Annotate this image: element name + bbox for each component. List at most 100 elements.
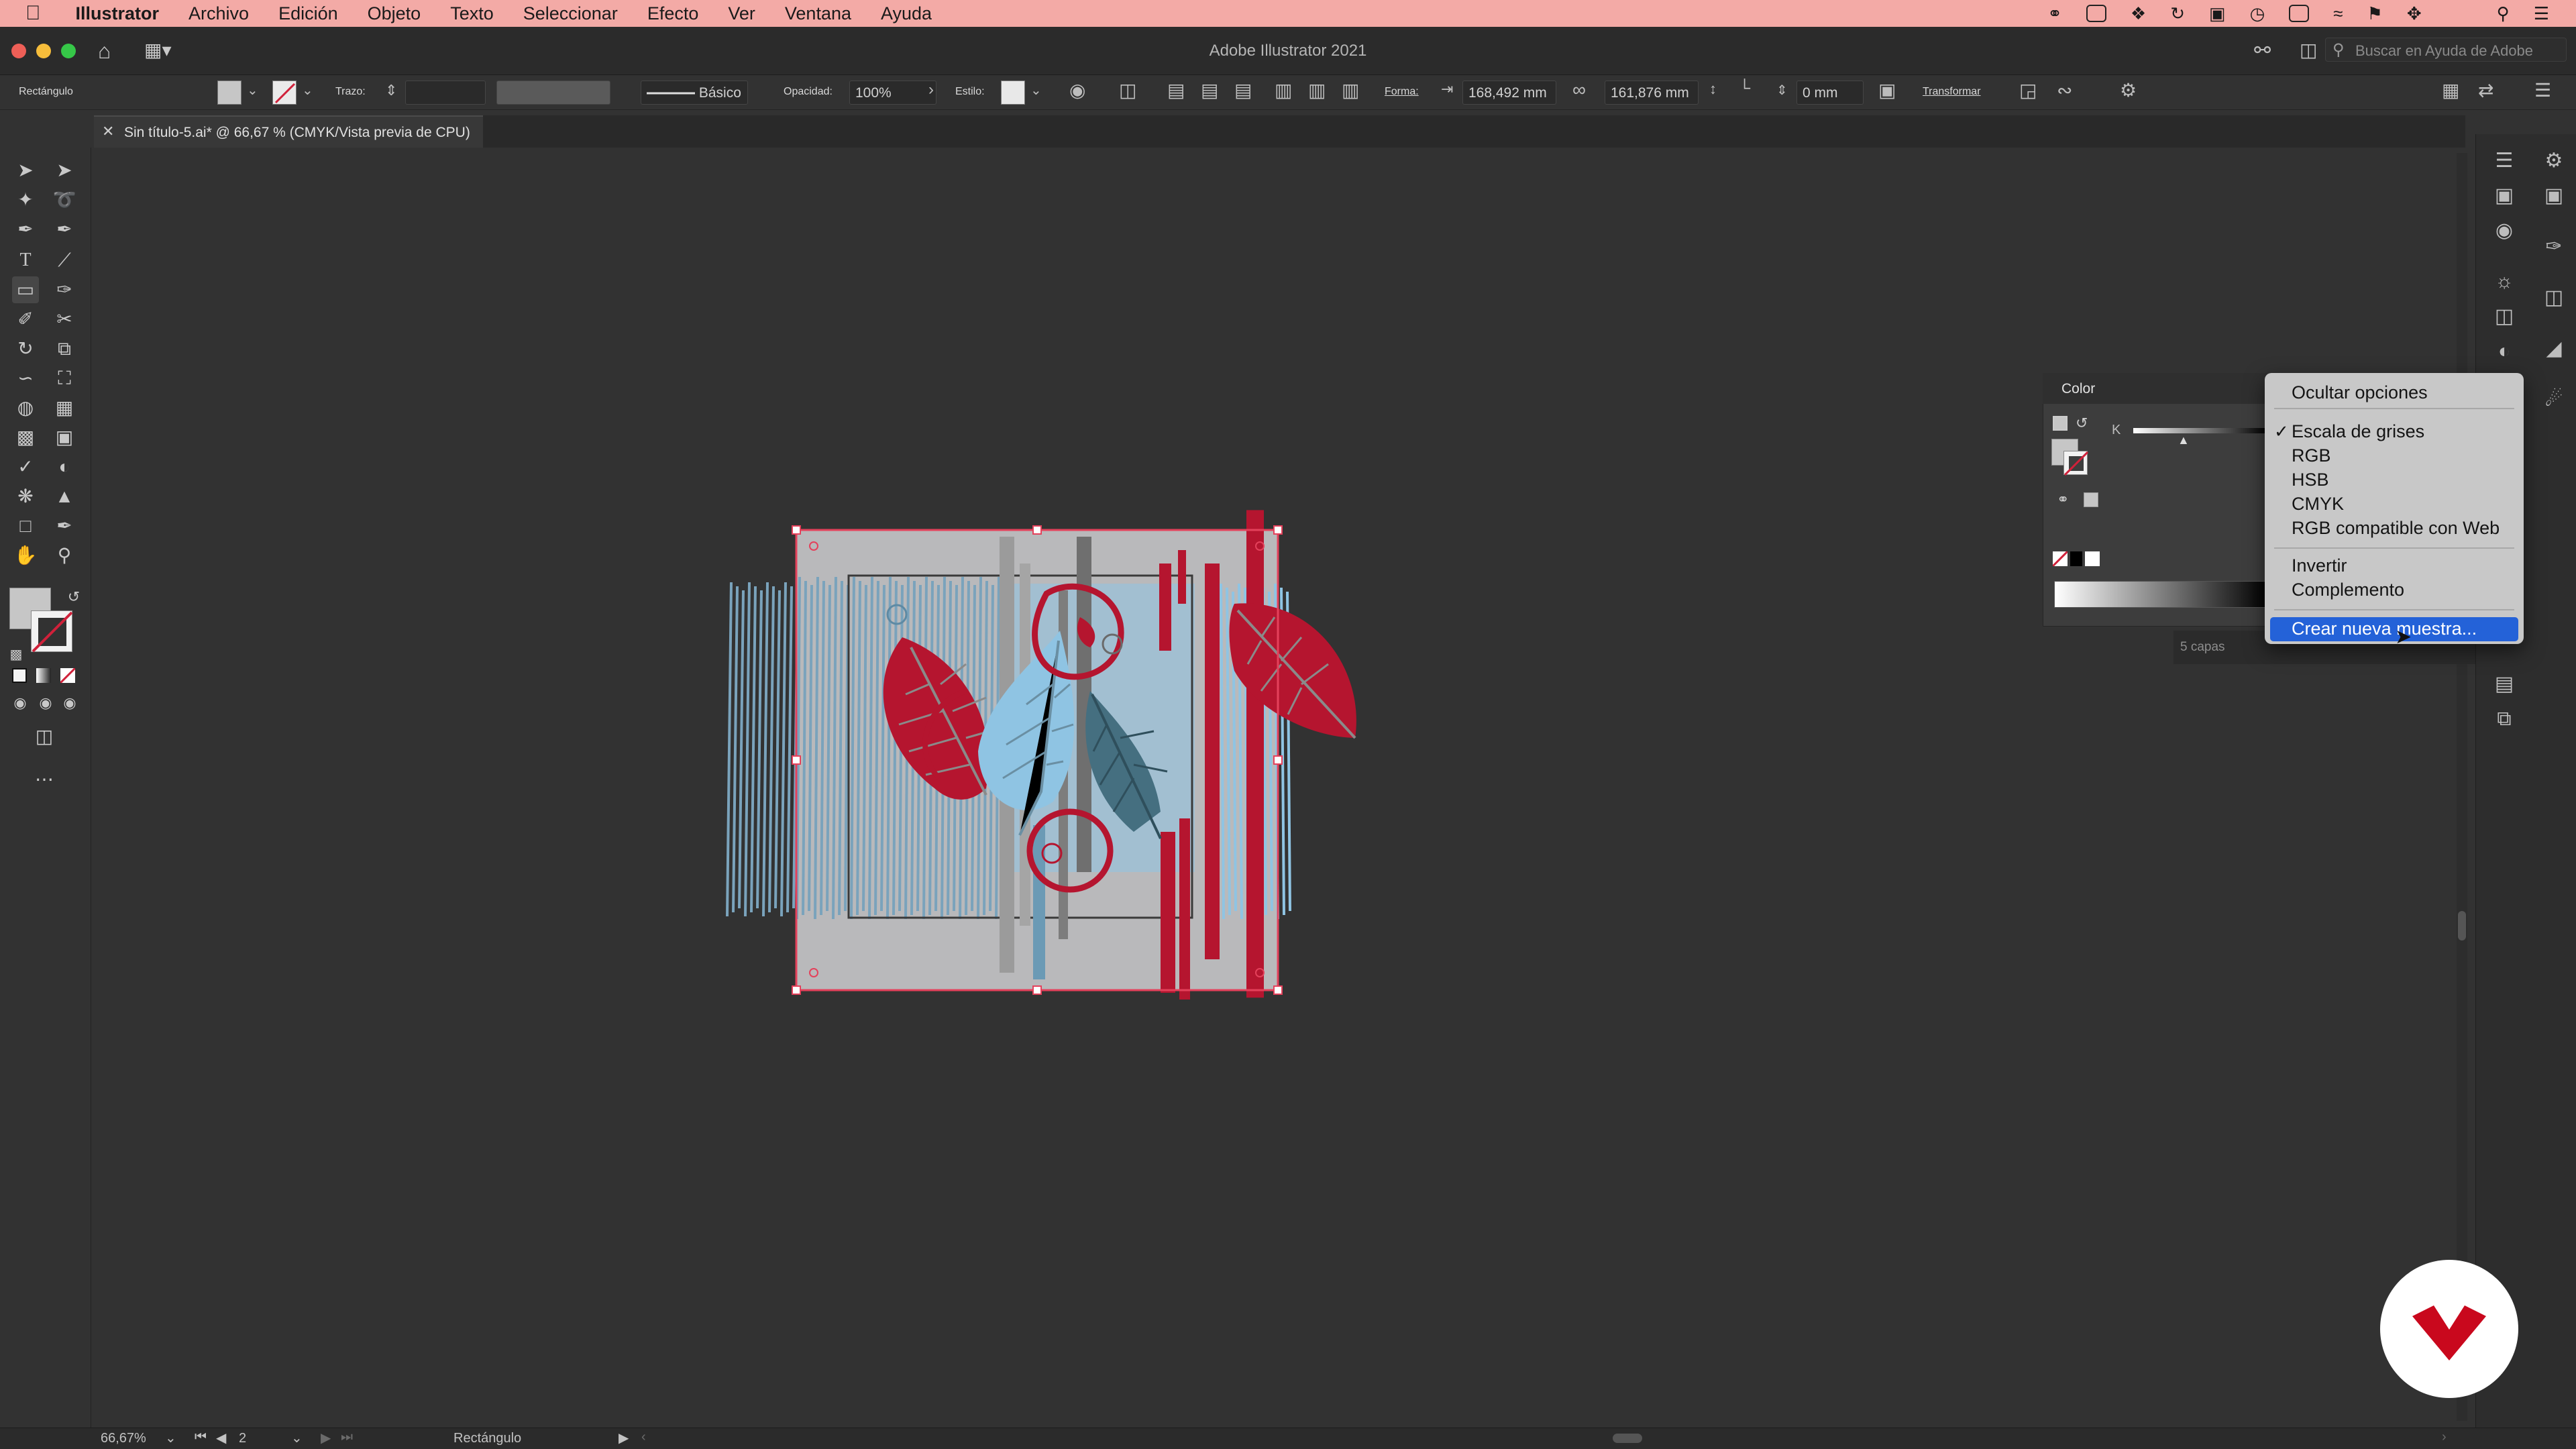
panel-fill-swatch-small[interactable] [2053, 416, 2068, 431]
brushes-panel-icon[interactable]: ✑ [2540, 233, 2567, 260]
constrain-proportions-icon[interactable]: ∞ [1572, 79, 1586, 101]
mesh-tool-icon[interactable]: ▩ [12, 424, 39, 451]
layers-panel-icon[interactable]: ☄ [2540, 386, 2567, 413]
color-mode-icon[interactable] [12, 668, 27, 683]
perspective-grid-tool-icon[interactable]: ▦ [51, 394, 78, 421]
gradient-tool-icon[interactable]: ▣ [51, 424, 78, 451]
artboard-number[interactable]: 2 [239, 1431, 246, 1446]
resize-handle[interactable] [1273, 985, 1283, 995]
align-bottom-icon[interactable]: ▥ [1342, 79, 1359, 101]
menu-ventana[interactable]: Ventana [785, 3, 851, 24]
document-tab[interactable]: Sin título-5.ai* @ 66,67 % (CMYK/Vista p… [94, 115, 483, 148]
free-transform-tool-icon[interactable]: ⛶ [51, 365, 78, 392]
resize-handle[interactable] [792, 985, 801, 995]
menu-texto[interactable]: Texto [450, 3, 494, 24]
recolor-artwork-icon[interactable]: ◉ [1069, 79, 1085, 101]
direct-selection-tool-icon[interactable]: ➤ [51, 157, 78, 184]
resize-handle[interactable] [792, 755, 801, 765]
stroke-color-box[interactable] [31, 610, 73, 653]
corner-widget-icon[interactable]: ▣ [1878, 79, 1896, 101]
app-s-icon[interactable]: ▣ [2209, 3, 2226, 24]
draw-inside-icon[interactable]: ◉ [56, 690, 83, 716]
eyedropper-tool-icon[interactable]: ✓ [12, 453, 39, 480]
shaper-tool-icon[interactable]: ✐ [12, 306, 39, 333]
hand-tool-icon[interactable]: ✋ [12, 542, 39, 569]
pen-tool-icon[interactable]: ✒ [12, 216, 39, 243]
gradient-mode-icon[interactable] [36, 668, 51, 683]
none-swatch[interactable] [2051, 550, 2069, 568]
vertical-scrollbar[interactable] [2457, 153, 2467, 1421]
pathfinder-panel-icon[interactable]: ⧉ [2491, 706, 2518, 733]
paintbrush-tool-icon[interactable]: ✑ [51, 276, 78, 303]
menu-efecto[interactable]: Efecto [647, 3, 699, 24]
zoom-dropdown-icon[interactable]: ⌄ [165, 1430, 176, 1446]
apple-icon[interactable]:  [25, 2, 41, 25]
style-dropdown-icon[interactable]: ⌄ [1030, 82, 1042, 99]
opacity-field[interactable]: 100% [849, 80, 936, 105]
resize-handle[interactable] [1032, 525, 1042, 535]
align-right-icon[interactable]: ▤ [1234, 79, 1252, 101]
color-guide-icon[interactable]: ◉ [2491, 217, 2518, 244]
horizontal-scroll-thumb[interactable] [1613, 1434, 1642, 1443]
resize-handle[interactable] [1273, 525, 1283, 535]
arrange-icon[interactable]: ▦ [2442, 79, 2459, 101]
opacity-label[interactable]: Opacidad: [784, 86, 833, 98]
k-slider-thumb[interactable]: ▲ [2178, 433, 2190, 447]
stroke-swatch[interactable] [272, 80, 297, 105]
column-graph-tool-icon[interactable]: ▲ [51, 483, 78, 510]
vertical-scroll-thumb[interactable] [2458, 911, 2466, 941]
last-artboard-icon[interactable]: ⏭ [341, 1430, 353, 1445]
menu-ayuda[interactable]: Ayuda [881, 3, 932, 24]
resize-handle[interactable] [1032, 985, 1042, 995]
web-safe-swatch[interactable] [2084, 492, 2098, 507]
display-icon[interactable] [2289, 5, 2310, 22]
rotate-tool-icon[interactable]: ↻ [12, 335, 39, 362]
width-tool-icon[interactable]: ∽ [12, 365, 39, 392]
black-swatch[interactable] [2070, 551, 2082, 566]
selection-tool-icon[interactable]: ➤ [12, 157, 39, 184]
transform-panel-icon[interactable]: ◫ [2491, 303, 2518, 330]
language-flag-icon[interactable]: ⚑ [2367, 3, 2383, 24]
canvas-area[interactable] [94, 148, 2465, 1428]
draw-normal-icon[interactable]: ◉ [7, 690, 34, 716]
scale-tool-icon[interactable]: ⧉ [51, 335, 78, 362]
height-field[interactable]: 161,876 mm [1605, 80, 1699, 105]
status-menu-icon[interactable]: ▶ [619, 1430, 629, 1446]
corner-radius-field[interactable]: 0 mm [1796, 80, 1864, 105]
isolate-icon[interactable]: ◲ [2019, 79, 2037, 101]
previous-artboard-icon[interactable]: ◀ [216, 1430, 226, 1446]
menu-create-new-swatch[interactable]: Crear nueva muestra... [2292, 619, 2477, 639]
fill-dropdown-icon[interactable]: ⌄ [247, 82, 258, 99]
menu-web-safe-rgb[interactable]: RGB compatible con Web [2292, 518, 2500, 539]
menu-edicion[interactable]: Edición [278, 3, 338, 24]
share-icon[interactable]: ⚯ [2254, 39, 2271, 62]
corner-type-icon[interactable]: └ [1739, 79, 1750, 98]
panel-toggle-icon[interactable]: ⇄ [2478, 79, 2493, 101]
k-slider-track[interactable] [2133, 428, 2267, 433]
time-icon[interactable]: ◷ [2250, 3, 2265, 24]
variable-width-profile[interactable] [496, 80, 610, 105]
libraries-panel-icon[interactable]: ⚙ [2540, 148, 2567, 174]
align-top-icon[interactable]: ▥ [1275, 79, 1292, 101]
zoom-level[interactable]: 66,67% [101, 1431, 146, 1446]
shape-builder-tool-icon[interactable]: ◍ [12, 394, 39, 421]
warp-icon[interactable]: ∾ [2057, 79, 2072, 101]
panel-swap-icon[interactable]: ↺ [2076, 415, 2088, 432]
next-artboard-icon[interactable]: ▶ [321, 1430, 331, 1446]
panel-stroke-box[interactable] [2063, 451, 2089, 476]
menu-cmyk[interactable]: CMYK [2292, 494, 2344, 515]
align-center-icon[interactable]: ▤ [1201, 79, 1218, 101]
scroll-left-icon[interactable]: ‹ [641, 1430, 646, 1445]
dropbox-icon[interactable]: ❖ [2131, 3, 2146, 24]
scroll-right-icon[interactable]: › [2442, 1430, 2447, 1445]
opacity-arrow-icon[interactable]: › [928, 80, 934, 99]
color-spectrum-ramp[interactable] [2054, 581, 2269, 608]
control-center-icon[interactable]: ☰ [2534, 3, 2549, 24]
stroke-weight-field[interactable] [405, 80, 486, 105]
graphic-style-swatch[interactable] [1001, 80, 1025, 105]
resize-handle[interactable] [1273, 755, 1283, 765]
symbols-panel-icon[interactable]: ◫ [2540, 284, 2567, 311]
align-to-icon[interactable]: ◫ [1119, 79, 1136, 101]
scissors-tool-icon[interactable]: ✂ [51, 306, 78, 333]
stroke-dropdown-icon[interactable]: ⌄ [302, 82, 313, 99]
